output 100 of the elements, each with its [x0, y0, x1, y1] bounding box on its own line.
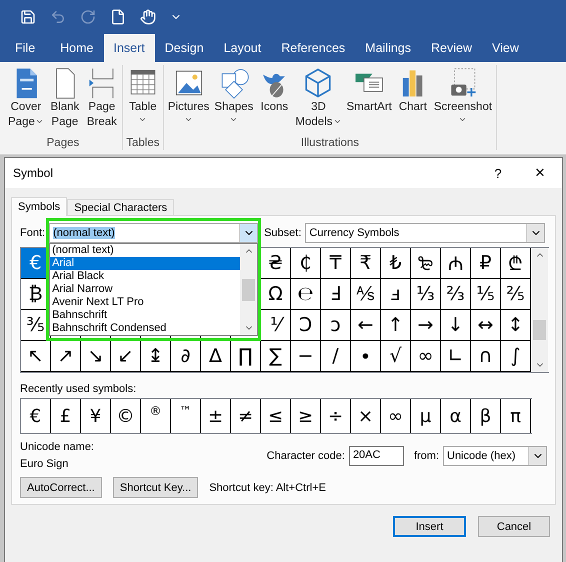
symbol-cell[interactable]: ↨ — [141, 341, 171, 372]
symbol-cell[interactable]: ↄ — [321, 310, 351, 341]
chevron-down-icon — [526, 224, 544, 242]
chevron-down-icon — [528, 447, 546, 465]
chevron-down-icon — [239, 224, 258, 242]
ribbon-button[interactable]: 3D Models — [293, 65, 344, 137]
close-button[interactable]: × — [518, 162, 562, 184]
font-dropdown[interactable]: (normal text) — [49, 223, 258, 243]
symbol-cell[interactable]: ⅔ — [441, 279, 471, 310]
symbol-cell[interactable]: ∑ — [261, 341, 291, 372]
symbol-cell[interactable]: ℮ — [291, 279, 321, 310]
ribbon-tab[interactable]: Layout — [214, 34, 272, 62]
ribbon-button[interactable]: Shapes — [212, 65, 256, 137]
undo-icon — [50, 9, 66, 25]
symbol-cell[interactable]: ∙ — [351, 341, 381, 372]
symbol-cell[interactable]: ₹ — [351, 248, 381, 279]
from-label: from: — [414, 450, 439, 462]
symbol-cell[interactable]: ⅓ — [411, 279, 441, 310]
ribbon-button[interactable]: SmartArt — [344, 65, 394, 137]
subset-label: Subset: — [264, 227, 302, 239]
symbol-cell[interactable]: ⅕ — [471, 279, 501, 310]
ribbon-button[interactable]: Blank Page — [46, 65, 83, 137]
ribbon-tab[interactable]: Insert — [104, 34, 155, 62]
symbol-cell[interactable]: ∞ — [411, 341, 441, 372]
symbol-cell[interactable]: ∏ — [231, 341, 261, 372]
dialog-tab[interactable]: Symbols — [11, 197, 68, 216]
symbol-cell[interactable]: ↑ — [381, 310, 411, 341]
symbol-cell[interactable]: ↓ — [441, 310, 471, 341]
symbol-cell[interactable]: ₽ — [471, 248, 501, 279]
symbol-cell[interactable]: ∕ — [321, 341, 351, 372]
ribbon-tab[interactable]: Design — [154, 34, 214, 62]
save-icon — [20, 9, 36, 25]
font-option[interactable]: Avenir Next LT Pro — [50, 296, 240, 309]
font-option[interactable]: (normal text) — [50, 244, 240, 257]
symbol-cell[interactable]: ↗ — [51, 341, 81, 372]
scrollbar[interactable] — [240, 244, 258, 335]
symbol-cell[interactable]: ⅖ — [501, 279, 531, 310]
symbol-cell[interactable]: Ↄ — [291, 310, 321, 341]
symbol-cell[interactable]: ∂ — [171, 341, 201, 372]
symbol-cell[interactable]: Ⅎ — [321, 279, 351, 310]
quick-access-button[interactable] — [110, 9, 126, 25]
scrollbar-thumb[interactable] — [533, 320, 546, 340]
symbol-cell[interactable]: ₺ — [381, 248, 411, 279]
ribbon-tab[interactable]: Review — [421, 34, 482, 62]
ribbon-tab[interactable]: Mailings — [355, 34, 422, 62]
symbol-cell[interactable]: ⅟ — [261, 310, 291, 341]
ribbon-tab[interactable]: Home — [50, 34, 104, 62]
symbol-cell[interactable]: ↕ — [501, 310, 531, 341]
symbol-cell[interactable]: Ω — [261, 279, 291, 310]
symbol-cell[interactable]: ⅍ — [351, 279, 381, 310]
symbol-cell[interactable]: ↘ — [81, 341, 111, 372]
ribbon-tab[interactable]: References — [271, 34, 356, 62]
font-option[interactable]: Arial Black — [50, 270, 240, 283]
font-option[interactable]: Arial — [50, 257, 240, 270]
quick-access-button[interactable] — [140, 9, 156, 25]
symbol-cell[interactable]: ₻ — [411, 248, 441, 279]
ribbon-button[interactable]: Page Break — [84, 65, 120, 137]
insert-button[interactable]: Insert — [393, 516, 466, 537]
symbol-cell[interactable]: ∟ — [441, 341, 471, 372]
cancel-button[interactable]: Cancel — [478, 516, 550, 537]
symbol-cell[interactable]: ∫ — [501, 341, 531, 372]
font-option[interactable]: Arial Narrow — [50, 283, 240, 296]
ribbon-button[interactable]: Cover Page — [6, 65, 46, 137]
from-dropdown[interactable]: Unicode (hex) — [443, 446, 547, 466]
symbol-cell[interactable]: ∩ — [471, 341, 501, 372]
symbol-cell[interactable]: ₸ — [321, 248, 351, 279]
subset-dropdown[interactable]: Currency Symbols — [305, 223, 546, 243]
symbol-cell[interactable]: ↙ — [111, 341, 141, 372]
new-document-icon — [110, 9, 126, 25]
autocorrect-button[interactable]: AutoCorrect... — [20, 477, 102, 498]
ribbon-button[interactable]: Screenshot — [432, 65, 494, 137]
symbol-cell[interactable]: ⅎ — [381, 279, 411, 310]
character-code-label: Character code: — [266, 450, 345, 462]
help-button[interactable]: ? — [478, 164, 518, 182]
scrollbar-thumb[interactable] — [242, 278, 256, 300]
symbol-cell[interactable]: √ — [381, 341, 411, 372]
ribbon-button[interactable]: Pictures — [166, 65, 212, 137]
symbol-cell[interactable]: ← — [351, 310, 381, 341]
ribbon-button[interactable]: Icons — [256, 65, 292, 137]
unicode-name-label: Unicode name: — [20, 441, 94, 453]
symbol-cell[interactable]: − — [291, 341, 321, 372]
ribbon-tab[interactable]: File — [0, 34, 50, 62]
font-option[interactable]: Bahnschrift Condensed — [50, 322, 240, 335]
ribbon-button[interactable]: Table — [124, 65, 161, 137]
symbol-cell[interactable]: ∆ — [201, 341, 231, 372]
font-option[interactable]: Bahnschrift — [50, 309, 240, 322]
symbol-cell[interactable]: ₼ — [441, 248, 471, 279]
scrollbar[interactable] — [531, 248, 548, 372]
symbol-cell[interactable]: ↔ — [471, 310, 501, 341]
symbol-cell[interactable]: ₵ — [291, 248, 321, 279]
ribbon-tab[interactable]: View — [482, 34, 529, 62]
symbol-cell[interactable]: ↖ — [21, 341, 51, 372]
symbol-cell[interactable]: → — [411, 310, 441, 341]
character-code-field[interactable]: 20AC — [348, 446, 404, 466]
symbol-cell[interactable]: ₴ — [261, 248, 291, 279]
unicode-name: Euro Sign — [20, 458, 70, 470]
ribbon-button[interactable]: Chart — [394, 65, 431, 137]
shortcut-key-button[interactable]: Shortcut Key... — [112, 477, 198, 498]
dialog-tab[interactable]: Special Characters — [67, 199, 174, 216]
symbol-cell[interactable]: ₾ — [501, 248, 531, 279]
